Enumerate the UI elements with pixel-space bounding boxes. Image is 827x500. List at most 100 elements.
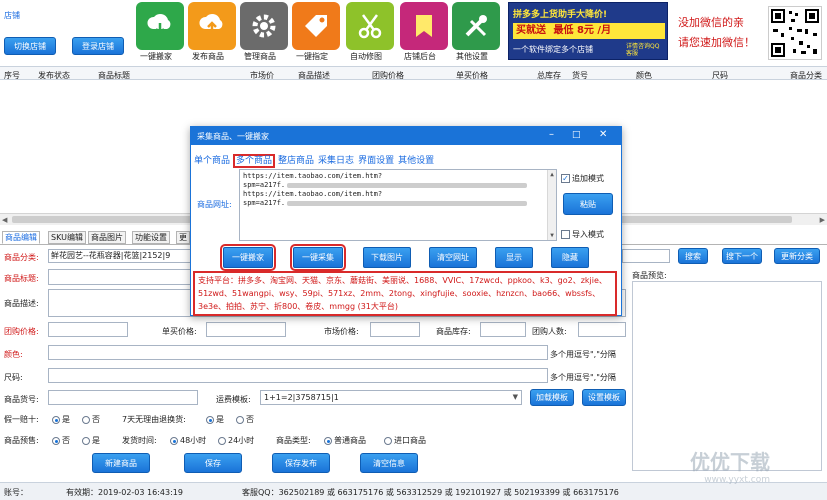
column-header[interactable]: 团购价格 (372, 70, 404, 81)
banner-sub: 一个软件绑定多个店铺 (513, 45, 593, 54)
toolbar-label[interactable]: 一键搬家 (140, 51, 172, 62)
tab[interactable]: 更 (176, 231, 190, 244)
size-hint: 多个用逗号","分隔 (550, 373, 616, 382)
dialog-action-button[interactable]: 隐藏 (551, 247, 589, 268)
new-product-button[interactable]: 新建商品 (92, 453, 150, 473)
toolbar-label[interactable]: 自动修图 (350, 51, 382, 62)
single-price-input[interactable] (206, 322, 286, 337)
dialog-action-button[interactable]: 一键采集 (290, 244, 346, 271)
search-keyword-input[interactable] (622, 249, 670, 263)
type-normal-radio[interactable]: 普通商品 (324, 435, 366, 446)
sku-label: 商品货号: (4, 395, 39, 404)
dialog-titlebar[interactable]: 采集商品、一键搬家 – □ ✕ (191, 127, 621, 145)
toolbar-label[interactable]: 管理商品 (244, 51, 276, 62)
tab[interactable]: 商品编辑 (2, 231, 40, 244)
toolbar-label[interactable]: 一键指定 (296, 51, 328, 62)
bookmark-icon[interactable] (400, 2, 448, 50)
stock-input[interactable] (480, 322, 526, 337)
ship-24-radio[interactable]: 24小时 (218, 435, 254, 446)
clear-info-button[interactable]: 清空信息 (360, 453, 418, 473)
close-icon[interactable]: ✕ (599, 129, 607, 140)
dialog-action-button[interactable]: 清空网址 (429, 247, 477, 268)
ship-48-radio[interactable]: 48小时 (170, 435, 206, 446)
set-template-button[interactable]: 设置模板 (582, 389, 626, 406)
dialog-action-button[interactable]: 显示 (495, 247, 533, 268)
title-input[interactable] (48, 269, 200, 285)
column-header[interactable]: 发布状态 (38, 70, 70, 81)
url-scrollbar[interactable]: ▲ ▼ (547, 170, 556, 240)
freight-select[interactable]: 1+1=2|3758715|1 ▼ (260, 390, 522, 405)
fake-no-radio[interactable]: 否 (82, 414, 100, 425)
group-people-input[interactable] (578, 322, 626, 337)
column-header[interactable]: 货号 (572, 70, 588, 81)
tab[interactable]: 功能设置 (132, 231, 170, 244)
import-mode-checkbox[interactable]: 导入模式 (561, 229, 604, 240)
dialog-menu-item[interactable]: 界面设置 (357, 156, 395, 166)
fake-yes-radio[interactable]: 是 (52, 414, 70, 425)
dialog-menu-item[interactable]: 采集日志 (317, 156, 355, 166)
dialog-menu-item[interactable]: 其他设置 (397, 156, 435, 166)
save-button[interactable]: 保存 (184, 453, 242, 473)
color-label: 颜色: (4, 350, 23, 359)
cloud-download-icon[interactable] (136, 2, 184, 50)
search-button[interactable]: 搜索 (678, 248, 708, 264)
column-header[interactable]: 尺码 (712, 70, 728, 81)
toolbar-label[interactable]: 其他设置 (456, 51, 488, 62)
column-header[interactable]: 商品描述 (298, 70, 330, 81)
promo-banner[interactable]: 拼多多上货助手大降价! 买就送 最低 8元 /月 一个软件绑定多个店铺 详情咨询… (508, 2, 668, 60)
dialog-menu-item[interactable]: 整店商品 (277, 156, 315, 166)
load-template-button[interactable]: 加载模板 (530, 389, 574, 406)
market-price-input[interactable] (370, 322, 420, 337)
seven-no-radio[interactable]: 否 (236, 414, 254, 425)
type-import-radio[interactable]: 进口商品 (384, 435, 426, 446)
column-header[interactable]: 颜色 (636, 70, 652, 81)
column-header[interactable]: 序号 (4, 70, 20, 81)
column-header[interactable]: 市场价 (250, 70, 274, 81)
column-header[interactable]: 商品标题 (98, 70, 130, 81)
color-input[interactable] (48, 345, 548, 360)
toolbar-label[interactable]: 发布商品 (192, 51, 224, 62)
tab[interactable]: SKU编辑 (48, 231, 86, 244)
tab[interactable]: 商品图片 (88, 231, 126, 244)
seven-yes-radio[interactable]: 是 (206, 414, 224, 425)
paste-button[interactable]: 粘贴 (563, 193, 613, 215)
minimize-icon[interactable]: – (549, 129, 554, 140)
toolbar-label[interactable]: 店铺后台 (404, 51, 436, 62)
search-next-button[interactable]: 搜下一个 (722, 248, 762, 264)
size-input[interactable] (48, 368, 548, 383)
ship-time-label: 发货时间: (122, 436, 157, 445)
tag-icon[interactable] (292, 2, 340, 50)
column-header[interactable]: 总库存 (537, 70, 561, 81)
column-header[interactable]: 单买价格 (456, 70, 488, 81)
save-publish-button[interactable]: 保存发布 (272, 453, 330, 473)
banner-note: 详情咨询QQ客服 (626, 43, 660, 57)
size-label: 尺码: (4, 373, 23, 382)
gear-icon[interactable] (240, 2, 288, 50)
switch-shop-button[interactable]: 切换店铺 (4, 37, 56, 55)
column-header[interactable]: 商品分类 (790, 70, 822, 81)
banner-headline: 拼多多上货助手大降价! (513, 10, 608, 20)
category-input[interactable]: 鲜花园艺--花瓶容器|花篮|2152|9 (48, 249, 198, 263)
dialog-menu-item[interactable]: 多个商品 (233, 154, 276, 168)
preview-label: 商品预览: (632, 271, 667, 280)
url-textarea[interactable]: https://item.taobao.com/item.htm? spm=a2… (239, 169, 557, 241)
pre-no-radio[interactable]: 否 (52, 435, 70, 446)
maximize-icon[interactable]: □ (572, 130, 581, 140)
pre-yes-radio[interactable]: 是 (82, 435, 100, 446)
dialog-action-button[interactable]: 一键搬家 (220, 244, 276, 271)
update-category-button[interactable]: 更新分类 (774, 248, 820, 264)
shop-label: 店铺 (4, 11, 20, 20)
scissors-icon[interactable] (346, 2, 394, 50)
dialog-menu-item[interactable]: 单个商品 (193, 156, 231, 166)
cloud-upload-icon[interactable] (188, 2, 236, 50)
banner-price-low: 最低 (553, 25, 574, 36)
append-mode-checkbox[interactable]: ✓ 追加模式 (561, 173, 604, 184)
tools-icon[interactable] (452, 2, 500, 50)
sku-input[interactable] (48, 390, 198, 405)
freight-value: 1+1=2|3758715|1 (264, 393, 339, 402)
watermark-logo: 优优下载 www.yyxt.com (690, 450, 770, 485)
desc-label: 商品描述: (4, 299, 39, 308)
group-price-input[interactable] (48, 322, 128, 337)
dialog-action-button[interactable]: 下载图片 (363, 247, 411, 268)
login-shop-button[interactable]: 登录店铺 (72, 37, 124, 55)
